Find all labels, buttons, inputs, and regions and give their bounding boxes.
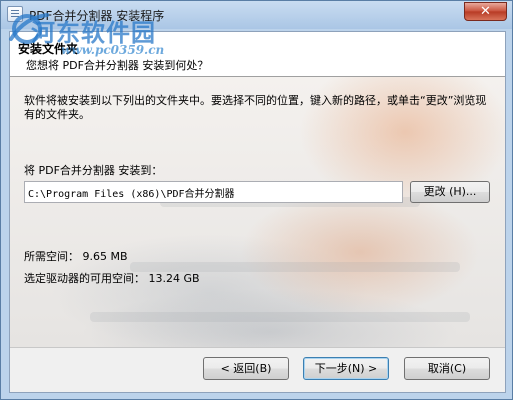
installer-window: PDF合并分割器 安装程序 ✕ 安装文件夹 您想将 PDF合并分割器 安装到何处… (0, 0, 513, 400)
install-location-label: 将 PDF合并分割器 安装到： (24, 164, 163, 177)
background-keyboard-stripe (90, 312, 470, 322)
space-required-text: 所需空间： 9.65 MB (24, 250, 128, 263)
space-available-text: 选定驱动器的可用空间： 13.24 GB (24, 272, 200, 285)
watermark-url: www.pc0359.cn (61, 43, 165, 57)
button-bar: < 返回(B) 下一步(N) > 取消(C) (10, 347, 505, 392)
cancel-button[interactable]: 取消(C) (404, 357, 490, 380)
page-subtitle: 您想将 PDF合并分割器 安装到何处？ (26, 59, 209, 72)
next-button[interactable]: 下一步(N) > (303, 357, 389, 380)
close-icon: ✕ (480, 4, 491, 19)
dialog-client-area: 安装文件夹 您想将 PDF合并分割器 安装到何处？ 软件将被安装到以下列出的文件… (9, 31, 506, 393)
install-path-field[interactable] (24, 181, 403, 203)
instructions-text: 软件将被安装到以下列出的文件夹中。要选择不同的位置，键入新的路径，或单击“更改”… (24, 94, 487, 121)
close-button[interactable]: ✕ (464, 2, 507, 21)
change-button[interactable]: 更改 (H)... (410, 181, 490, 203)
back-button[interactable]: < 返回(B) (203, 357, 289, 380)
